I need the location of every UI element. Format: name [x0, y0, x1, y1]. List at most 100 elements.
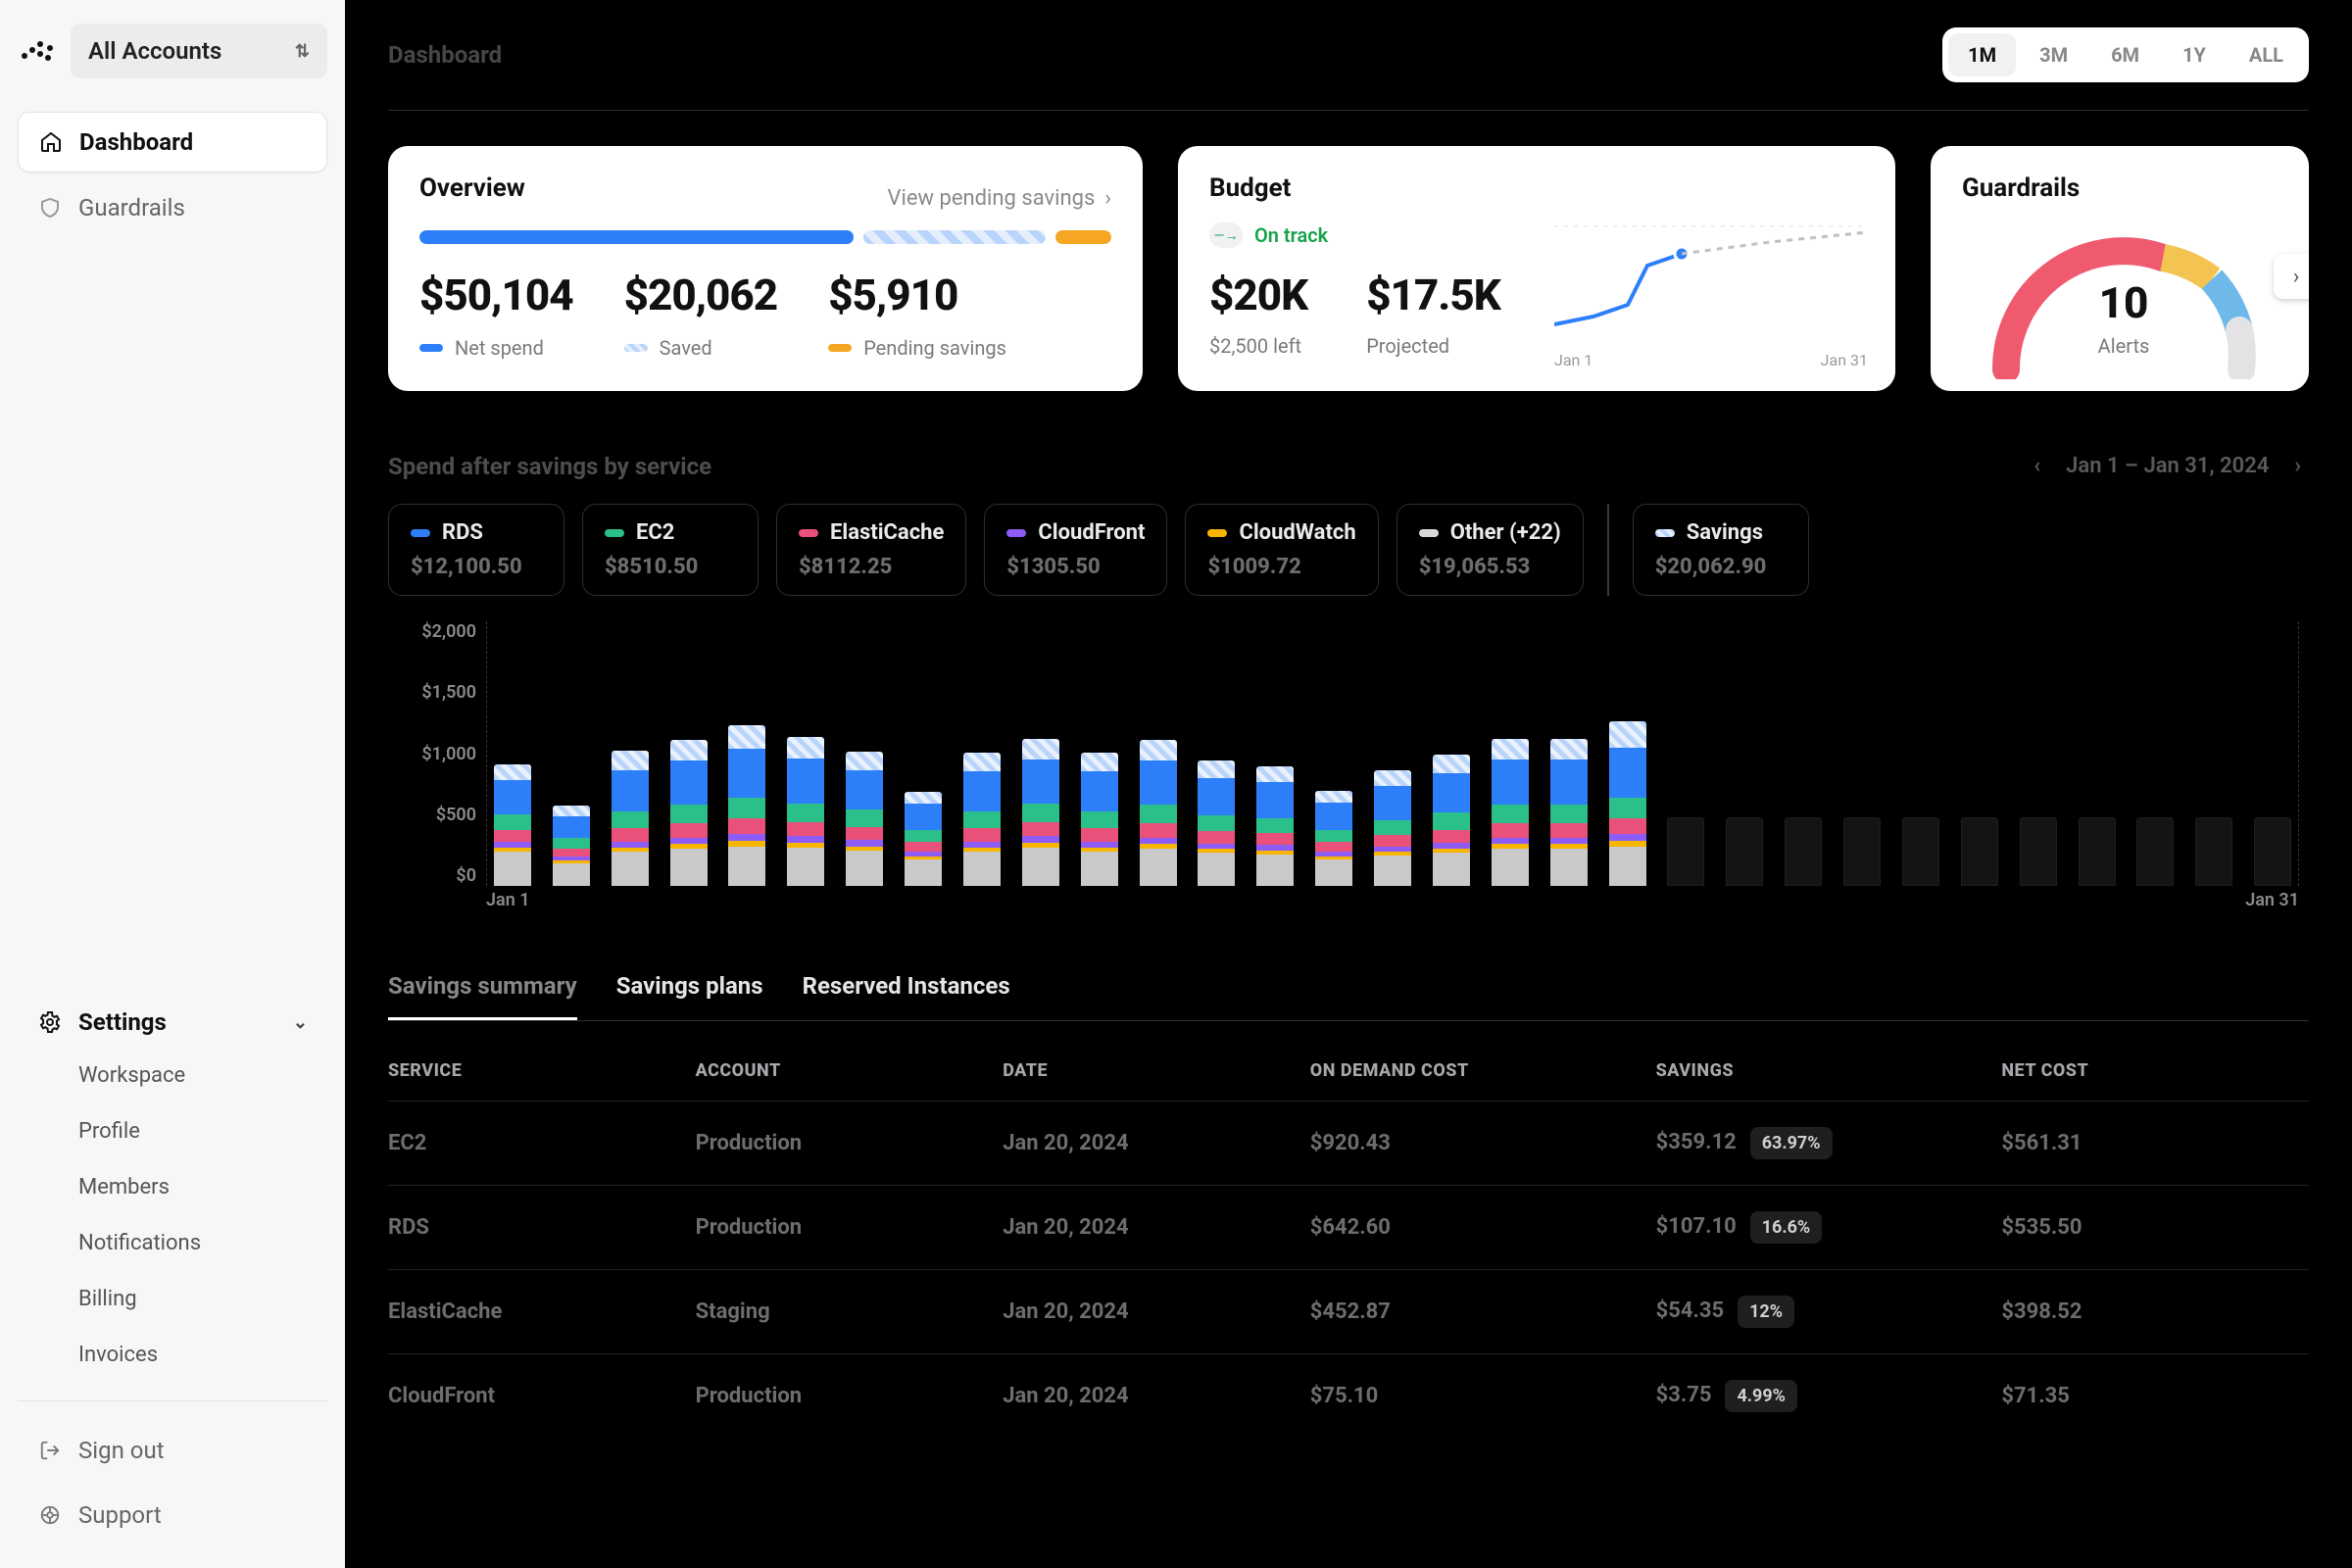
- chart-bar[interactable]: [1544, 739, 1594, 886]
- pct-badge: 4.99%: [1725, 1380, 1797, 1412]
- legend-dot-icon: [1006, 529, 1026, 537]
- chart-bar[interactable]: [2072, 817, 2123, 886]
- settings-notifications[interactable]: Notifications: [78, 1217, 327, 1269]
- chart-bar[interactable]: [1602, 721, 1653, 886]
- view-pending-savings-link[interactable]: View pending savings ›: [887, 186, 1111, 211]
- chart-bar[interactable]: [1954, 817, 2005, 886]
- signout-button[interactable]: Sign out: [18, 1421, 327, 1480]
- chart-bar[interactable]: [1015, 739, 1066, 886]
- table-header[interactable]: NET COST: [2001, 1041, 2309, 1102]
- settings-workspace[interactable]: Workspace: [78, 1050, 327, 1102]
- table-header[interactable]: DATE: [1003, 1041, 1310, 1102]
- chart-bar[interactable]: [1778, 817, 1829, 886]
- settings-billing[interactable]: Billing: [78, 1273, 327, 1325]
- shield-icon: [37, 195, 63, 220]
- nav-item-label: Dashboard: [79, 128, 193, 156]
- chart-bar[interactable]: [1074, 753, 1125, 886]
- budget-projected: $17.5K Projected: [1366, 270, 1500, 358]
- range-all[interactable]: ALL: [2230, 33, 2303, 76]
- chart-bar[interactable]: [546, 806, 597, 886]
- table-header[interactable]: ON DEMAND COST: [1310, 1041, 1656, 1102]
- guardrails-label: Alerts: [1977, 334, 2271, 358]
- legend-name: CloudWatch: [1239, 520, 1355, 545]
- metric-saved: $20,062 Saved: [624, 270, 778, 360]
- table-header[interactable]: SAVINGS: [1656, 1041, 2002, 1102]
- legend-item-savings[interactable]: Savings$20,062.90: [1633, 504, 1809, 596]
- cell-net: $535.50: [2001, 1186, 2309, 1270]
- chart-bar[interactable]: [1895, 817, 1946, 886]
- chart-bar[interactable]: [839, 752, 890, 886]
- chart-bar[interactable]: [956, 753, 1007, 886]
- range-1y[interactable]: 1Y: [2163, 33, 2226, 76]
- settings-sublist: Workspace Profile Members Notifications …: [18, 1050, 327, 1381]
- chart-bar[interactable]: [2013, 817, 2064, 886]
- chart-bar[interactable]: [1308, 791, 1359, 886]
- legend-item[interactable]: CloudFront$1305.50: [984, 504, 1167, 596]
- chart-bar[interactable]: [605, 751, 656, 886]
- cell-net: $398.52: [2001, 1270, 2309, 1354]
- tab-reserved-instances[interactable]: Reserved Instances: [803, 972, 1010, 1020]
- legend-dot-icon: [1419, 529, 1439, 537]
- chart-bar[interactable]: [2188, 817, 2239, 886]
- table-row[interactable]: ElastiCacheStagingJan 20, 2024$452.87$54…: [388, 1270, 2309, 1354]
- tab-savings-plans[interactable]: Savings plans: [616, 972, 763, 1020]
- date-nav: ‹ Jan 1 – Jan 31, 2024 ›: [2026, 450, 2309, 482]
- savings-table: SERVICEACCOUNTDATEON DEMAND COSTSAVINGSN…: [388, 1041, 2309, 1438]
- chart-bar[interactable]: [1250, 766, 1300, 886]
- chart-bar[interactable]: [2247, 817, 2298, 886]
- settings-profile[interactable]: Profile: [78, 1105, 327, 1157]
- table-header[interactable]: ACCOUNT: [696, 1041, 1004, 1102]
- link-label: View pending savings: [887, 186, 1095, 211]
- guardrails-next-button[interactable]: ›: [2274, 254, 2309, 299]
- legend-name: Savings: [1687, 520, 1763, 545]
- table-row[interactable]: RDSProductionJan 20, 2024$642.60$107.101…: [388, 1186, 2309, 1270]
- sidebar: All Accounts ⇅ Dashboard Guardrails Sett…: [0, 0, 345, 1568]
- cell-account: Production: [696, 1354, 1004, 1439]
- legend-item[interactable]: CloudWatch$1009.72: [1185, 504, 1378, 596]
- chart-bar[interactable]: [898, 792, 949, 886]
- account-selector[interactable]: All Accounts ⇅: [71, 24, 327, 78]
- y-tick: $0: [388, 865, 476, 886]
- range-1m[interactable]: 1M: [1948, 33, 2016, 76]
- legend-row: RDS$12,100.50EC2$8510.50ElastiCache$8112…: [388, 504, 2309, 596]
- chart-bar[interactable]: [1837, 817, 1887, 886]
- chart-bar[interactable]: [487, 764, 538, 886]
- overview-card: Overview View pending savings › $50,104 …: [388, 146, 1143, 391]
- table-row[interactable]: CloudFrontProductionJan 20, 2024$75.10$3…: [388, 1354, 2309, 1439]
- nav-guardrails[interactable]: Guardrails: [18, 178, 327, 237]
- legend-value: $8510.50: [605, 555, 736, 579]
- range-3m[interactable]: 3M: [2020, 33, 2087, 76]
- budget-amount: $20K $2,500 left: [1209, 270, 1307, 358]
- nav-dashboard[interactable]: Dashboard: [18, 112, 327, 172]
- legend-item[interactable]: Other (+22)$19,065.53: [1396, 504, 1584, 596]
- chart-bar[interactable]: [1485, 739, 1536, 886]
- cell-net: $71.35: [2001, 1354, 2309, 1439]
- settings-members[interactable]: Members: [78, 1161, 327, 1213]
- chart-bar[interactable]: [2131, 817, 2181, 886]
- home-icon: [38, 129, 64, 155]
- table-header[interactable]: SERVICE: [388, 1041, 696, 1102]
- chart-bar[interactable]: [1426, 755, 1477, 886]
- chart-bar[interactable]: [1133, 740, 1184, 886]
- support-button[interactable]: Support: [18, 1486, 327, 1544]
- chart-bar[interactable]: [1192, 760, 1243, 886]
- chart-bar[interactable]: [663, 740, 714, 886]
- chart-bar[interactable]: [722, 725, 773, 886]
- range-6m[interactable]: 6M: [2091, 33, 2159, 76]
- tab-savings-summary[interactable]: Savings summary: [388, 972, 577, 1020]
- legend-item[interactable]: RDS$12,100.50: [388, 504, 564, 596]
- settings-invoices[interactable]: Invoices: [78, 1329, 327, 1381]
- legend-item[interactable]: ElastiCache$8112.25: [776, 504, 966, 596]
- legend-item[interactable]: EC2$8510.50: [582, 504, 759, 596]
- x-end: Jan 31: [1821, 351, 1868, 369]
- chart-bar[interactable]: [1367, 770, 1418, 886]
- table-row[interactable]: EC2ProductionJan 20, 2024$920.43$359.126…: [388, 1102, 2309, 1186]
- chart-bar[interactable]: [1661, 817, 1712, 886]
- budget-card: Budget ―→ On track $20K $2,500 left $17.…: [1178, 146, 1895, 391]
- settings-toggle[interactable]: Settings ⌄: [18, 995, 327, 1050]
- chart-bar[interactable]: [1719, 817, 1770, 886]
- y-tick: $1,500: [388, 682, 476, 703]
- prev-period-button[interactable]: ‹: [2026, 450, 2048, 482]
- chart-bar[interactable]: [780, 737, 831, 886]
- next-period-button[interactable]: ›: [2286, 450, 2309, 482]
